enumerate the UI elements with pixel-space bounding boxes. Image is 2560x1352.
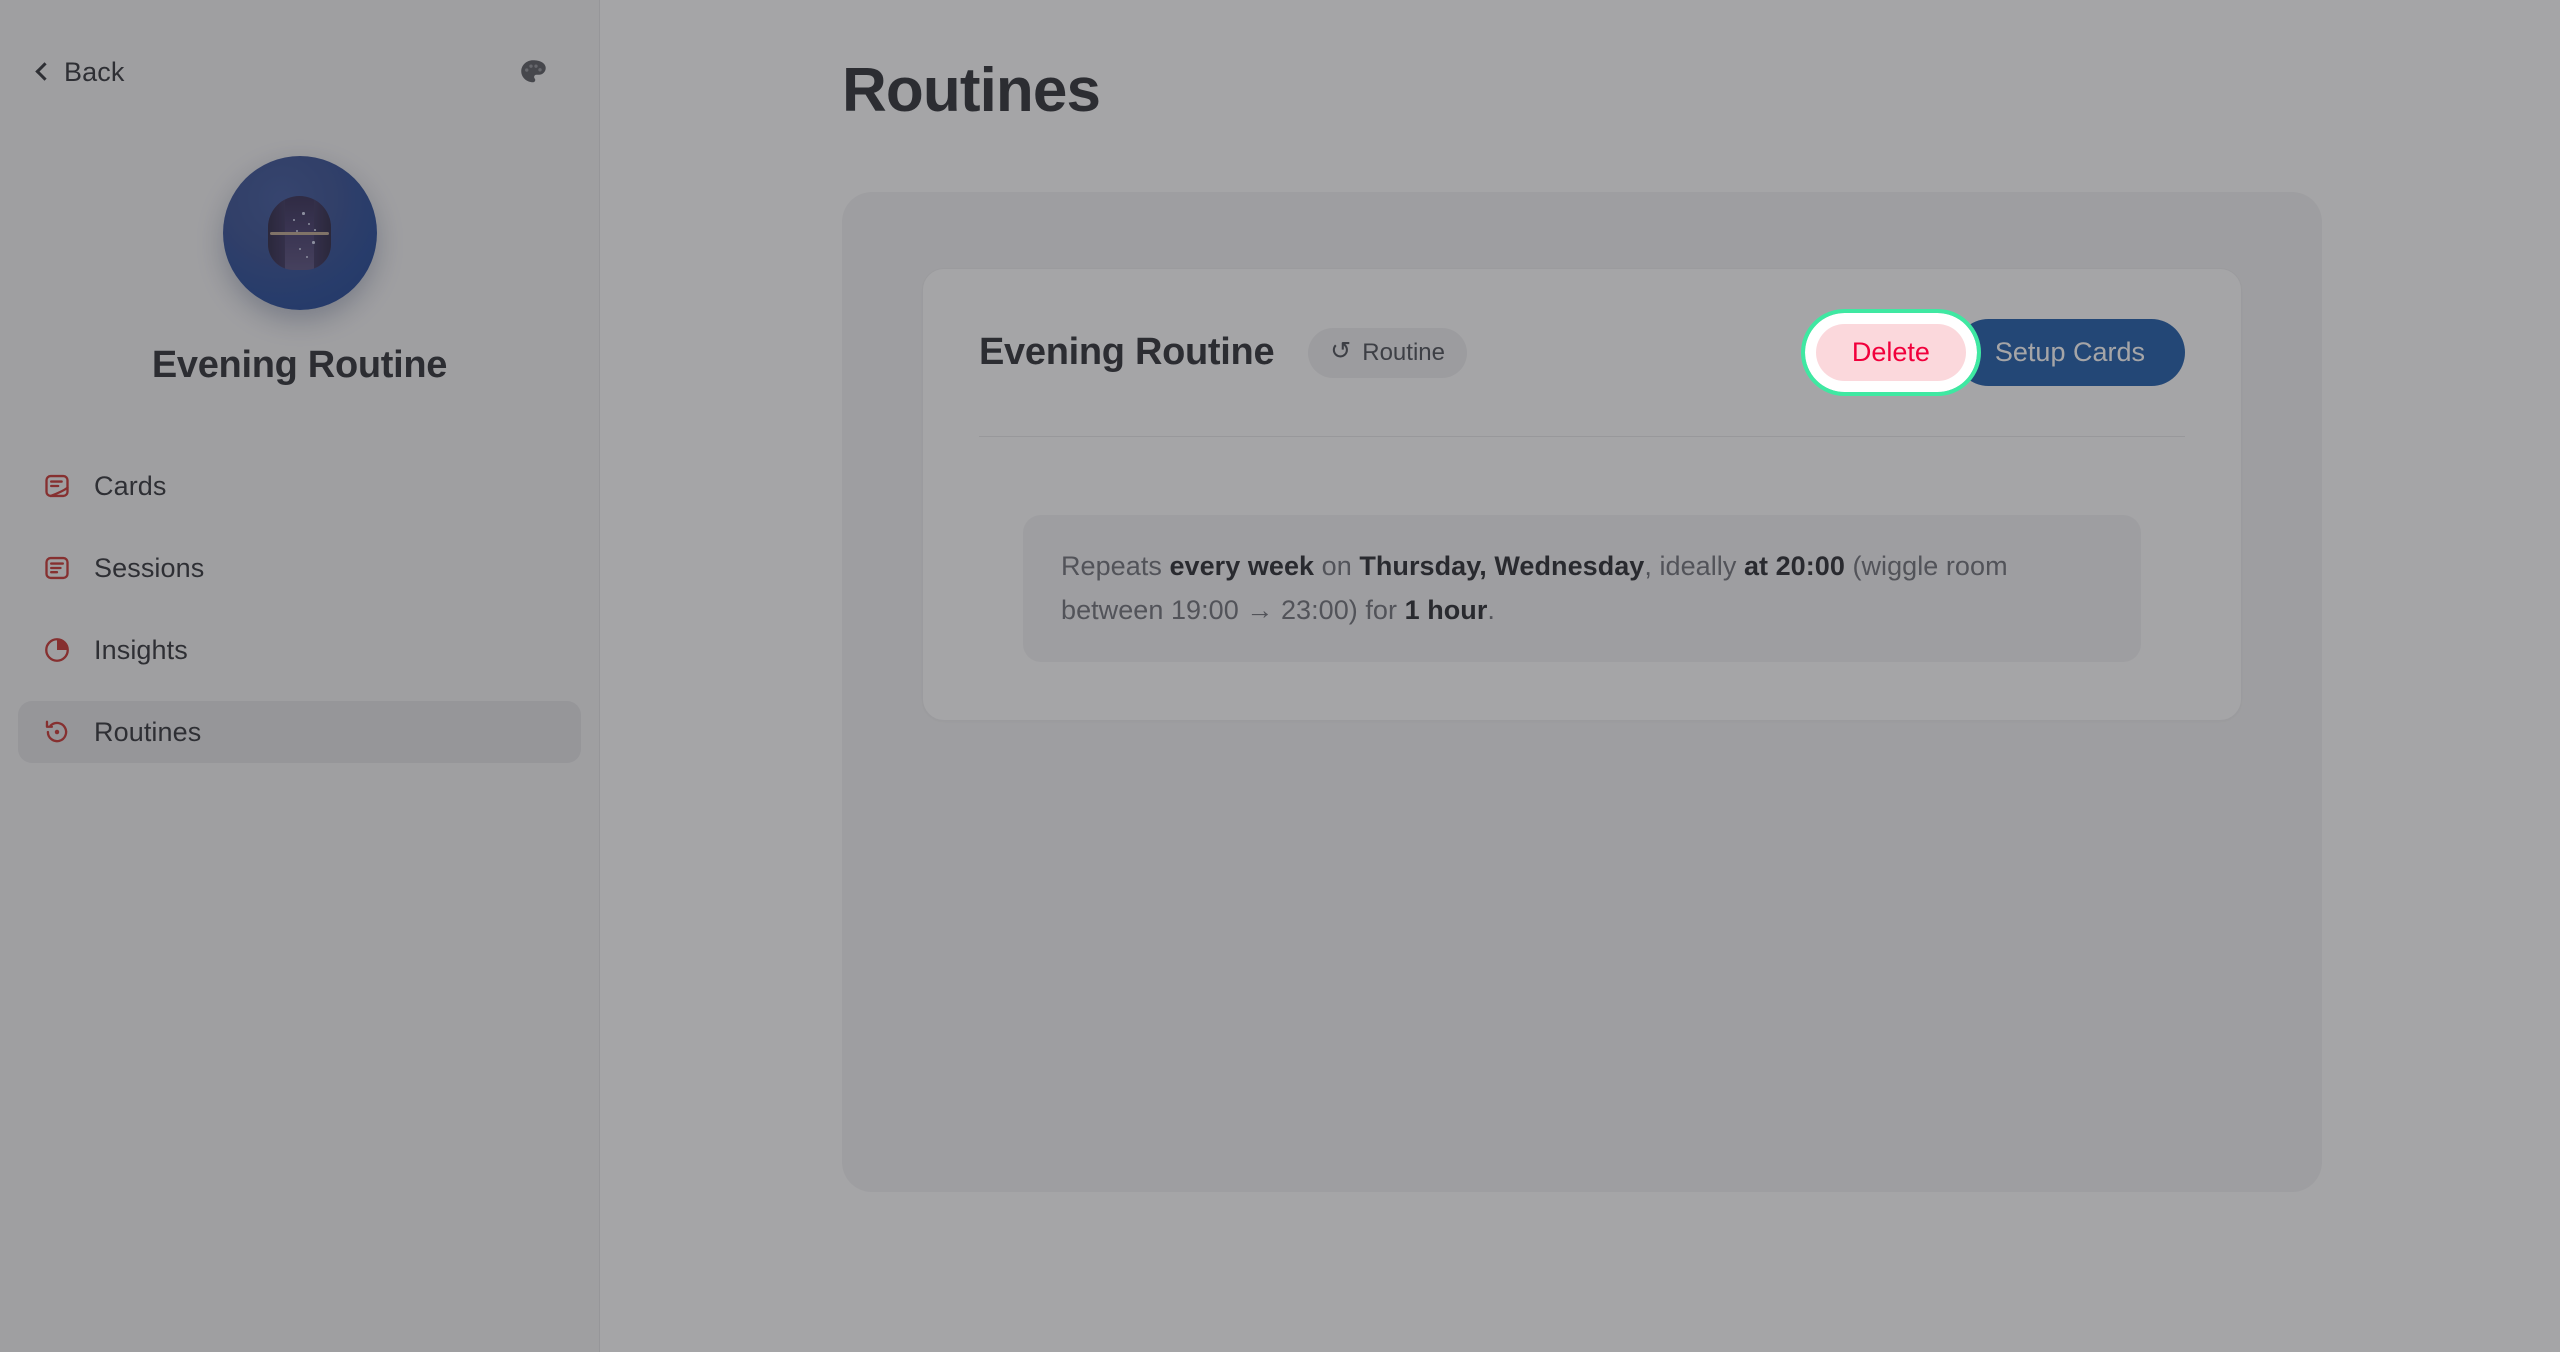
sidebar-item-insights[interactable]: Insights	[18, 619, 581, 681]
sidebar-item-label: Sessions	[94, 552, 205, 583]
sidebar: Back Evening Routine Cards Sessions Insi…	[0, 0, 600, 1352]
routine-card: Evening Routine ↺ Routine Delete Setup C…	[922, 268, 2242, 722]
routines-panel: Evening Routine ↺ Routine Delete Setup C…	[842, 192, 2322, 1192]
sidebar-header: Back	[0, 0, 599, 94]
back-button[interactable]: Back	[35, 56, 125, 88]
schedule-mid2: , ideally	[1644, 551, 1744, 581]
sidebar-item-label: Insights	[94, 634, 188, 665]
page-title: Routines	[842, 56, 1101, 125]
header-divider	[979, 436, 2185, 437]
delete-button-focus-ring: Delete	[1800, 309, 1981, 396]
back-button-label: Back	[64, 56, 125, 87]
list-lines-icon	[42, 553, 72, 583]
schedule-frequency: every week	[1169, 551, 1315, 581]
rotate-ccw-icon: ↺	[1330, 337, 1352, 365]
sidebar-item-label: Cards	[94, 470, 167, 501]
palette-icon	[521, 60, 546, 83]
profile-name: Evening Routine	[151, 344, 448, 386]
routine-type-badge: ↺ Routine	[1308, 327, 1467, 378]
schedule-time: at 20:00	[1743, 551, 1845, 581]
night-window-avatar-icon	[268, 196, 331, 270]
sidebar-item-routines[interactable]: Routines	[18, 701, 581, 763]
routine-card-actions: Delete Setup Cards	[1800, 309, 2185, 396]
curtain-rod	[270, 231, 329, 235]
schedule-summary-text: Repeats every week on Thursday, Wednesda…	[1061, 545, 2103, 632]
sidebar-nav: Cards Sessions Insights Routines	[0, 455, 599, 763]
pie-chart-icon	[42, 635, 72, 665]
schedule-mid1: on	[1314, 551, 1360, 581]
profile-avatar-wrap	[0, 156, 599, 310]
schedule-mid4: 23:00) for	[1273, 594, 1405, 625]
sidebar-item-sessions[interactable]: Sessions	[18, 537, 581, 599]
sidebar-item-cards[interactable]: Cards	[18, 455, 581, 517]
sidebar-item-label: Routines	[94, 716, 202, 747]
schedule-duration: 1 hour	[1404, 594, 1488, 625]
history-rotate-icon	[42, 717, 72, 747]
schedule-days: Thursday, Wednesday	[1359, 551, 1645, 581]
routine-type-badge-label: Routine	[1362, 338, 1445, 366]
delete-button[interactable]: Delete	[1815, 324, 1966, 381]
chevron-left-icon	[35, 62, 54, 81]
routine-title: Evening Routine	[979, 331, 1275, 373]
schedule-prefix: Repeats	[1061, 551, 1170, 581]
schedule-arrow: →	[1246, 594, 1274, 625]
theme-palette-button[interactable]	[511, 50, 555, 94]
card-icon	[42, 471, 72, 501]
app-root: Back Evening Routine Cards Sessions Insi…	[0, 0, 2560, 1352]
routine-card-header: Evening Routine ↺ Routine Delete Setup C…	[979, 309, 2185, 396]
main-content: Routines Evening Routine ↺ Routine Delet…	[600, 0, 2560, 1352]
schedule-suffix: .	[1487, 594, 1495, 625]
avatar	[222, 156, 377, 310]
setup-cards-button[interactable]: Setup Cards	[1954, 319, 2185, 386]
schedule-summary-box: Repeats every week on Thursday, Wednesda…	[1023, 515, 2141, 663]
